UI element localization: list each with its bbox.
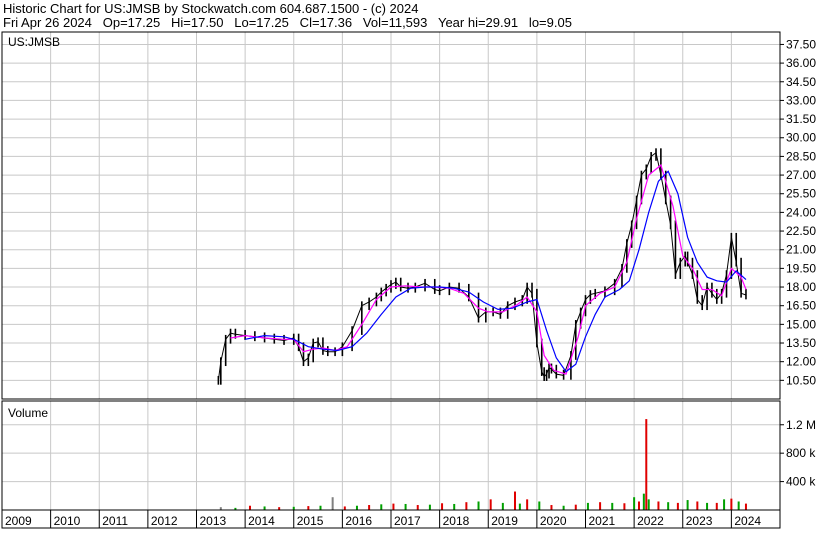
volume-bar [623,503,626,510]
volume-bar [744,503,747,510]
year-tick-label: 2018 [443,514,470,528]
volume-bar [477,501,480,510]
volume-bar [248,505,251,510]
volume-bar [611,502,614,510]
volume-bar [667,502,670,510]
price-tick-label: 36.00 [786,56,816,70]
volume-tick-label: 1.2 M [786,418,816,432]
year-tick-label: 2023 [686,514,713,528]
volume-bar [380,504,383,510]
year-tick-label: 2013 [200,514,227,528]
price-tick-label: 12.00 [786,355,816,369]
volume-bar [513,491,516,510]
year-tick-label: 2024 [734,514,761,528]
volume-bar [696,501,699,510]
volume-title: Volume [8,406,49,420]
volume-bars [219,419,747,510]
year-tick-label: 2012 [151,514,178,528]
volume-bar [404,503,407,510]
volume-bar [263,506,266,510]
volume-bar [428,504,431,510]
volume-bar [518,503,521,510]
price-tick-label: 30.00 [786,131,816,145]
volume-bar [686,500,689,510]
volume-bar [723,499,726,510]
price-tick-label: 24.00 [786,205,816,219]
volume-bar [501,502,504,510]
price-tick-label: 18.00 [786,280,816,294]
year-tick-label: 2011 [102,514,128,528]
volume-bar [647,499,650,510]
volume-bar [392,503,395,510]
year-axis: 2009 2010 2011 2012 2013 2014 2015 2016 2017 2018… [5,510,761,528]
volume-bar [642,493,645,510]
volume-bar [562,505,565,510]
volume-bar [441,503,444,510]
volume-axis: 1.2 M 800 k 400 k [780,418,816,489]
volume-bar [489,499,492,510]
year-tick-label: 2009 [5,514,32,528]
price-tick-label: 34.50 [786,75,816,89]
price-tick-label: 25.50 [786,187,816,201]
price-tick-label: 33.00 [786,93,816,107]
symbol-label: US:JMSB [8,35,61,49]
volume-bar [343,506,346,510]
price-tick-label: 28.50 [786,149,816,163]
price-grid [2,32,780,399]
year-tick-label: 2014 [248,514,275,528]
year-tick-label: 2010 [54,514,81,528]
price-tick-label: 15.00 [786,317,816,331]
price-tick-label: 21.00 [786,243,816,257]
price-tick-label: 22.50 [786,224,816,238]
price-tick-label: 37.50 [786,37,816,51]
price-tick-label: 16.50 [786,299,816,313]
volume-bar [465,502,468,510]
volume-bar [586,502,589,510]
volume-bar [416,505,419,510]
chart-header-title: Historic Chart for US:JMSB by Stockwatch… [3,1,419,16]
chart-header-quote: Fri Apr 26 2024 Op=17.25 Hi=17.50 Lo=17.… [3,15,572,30]
volume-tick-label: 800 k [786,446,816,460]
volume-bar [550,505,553,510]
year-tick-label: 2020 [540,514,567,528]
price-axis: 37.50 36.00 34.50 33.00 31.50 30.00 28.50 27.00… [780,37,816,387]
volume-bar [526,499,529,510]
volume-bar [453,503,456,510]
volume-bar [538,501,541,510]
year-tick-label: 2017 [394,514,421,528]
volume-bar [319,505,322,510]
price-tick-label: 31.50 [786,112,816,126]
volume-grid [2,401,780,510]
price-tick-label: 10.50 [786,373,816,387]
volume-bar [368,505,371,510]
volume-bar [637,501,640,510]
volume-bar [676,502,679,510]
stock-chart: 37.50 36.00 34.50 33.00 31.50 30.00 28.50 27.00… [1,31,816,529]
volume-bar [715,502,718,510]
year-tick-label: 2022 [637,514,664,528]
volume-bar [331,497,334,510]
volume-bar [737,501,740,510]
year-tick-label: 2021 [589,514,616,528]
volume-bar [657,501,660,510]
volume-bar [307,506,310,510]
volume-bar [730,498,733,510]
year-tick-label: 2015 [297,514,324,528]
year-tick-label: 2019 [491,514,518,528]
price-tick-label: 19.50 [786,261,816,275]
year-tick-label: 2016 [345,514,372,528]
price-tick-label: 27.00 [786,168,816,182]
volume-tick-label: 400 k [786,475,816,489]
volume-bar [599,502,602,510]
volume-bar [645,419,648,510]
volume-bar [633,497,636,510]
volume-bar [574,504,577,510]
volume-bar [706,502,709,510]
price-tick-label: 13.50 [786,336,816,350]
volume-bar [355,505,358,510]
